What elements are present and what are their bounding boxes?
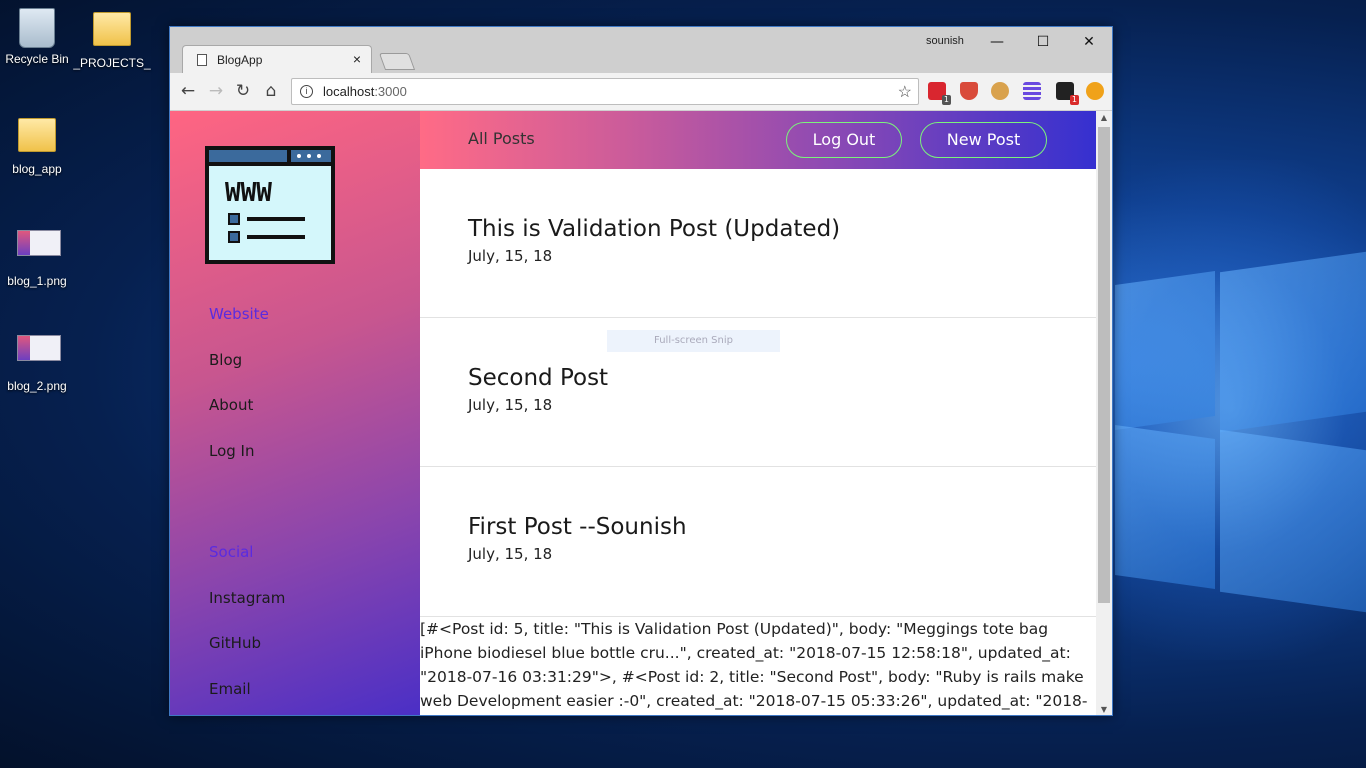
logout-button[interactable]: Log Out — [786, 122, 902, 158]
extension-cookie-icon[interactable] — [991, 82, 1009, 100]
debug-output: [#<Post id: 5, title: "This is Validatio… — [420, 616, 1096, 713]
tab-title: BlogApp — [217, 52, 263, 67]
main-content: All Posts Log Out New Post This is Valid… — [420, 111, 1096, 715]
desktop-icon-blog-1[interactable]: blog_1.png — [0, 220, 77, 288]
desktop-icon-projects[interactable]: _PROJECTS_ — [72, 8, 152, 70]
new-tab-button[interactable] — [378, 53, 416, 70]
extension-lines-icon[interactable] — [1023, 82, 1041, 100]
desktop-icon-label: _PROJECTS_ — [73, 56, 151, 70]
folder-icon — [92, 12, 132, 52]
post-item[interactable]: First Post --Sounish July, 15, 18 — [420, 467, 1096, 616]
profile-name[interactable]: sounish — [926, 35, 964, 47]
extension-badge: 1 — [1069, 95, 1079, 105]
all-posts-link[interactable]: All Posts — [468, 129, 535, 148]
folder-icon — [17, 118, 57, 158]
url-port: :3000 — [374, 84, 407, 99]
back-arrow-icon[interactable]: ← — [178, 81, 198, 101]
scroll-down-icon[interactable]: ▼ — [1096, 703, 1112, 715]
home-icon[interactable]: ⌂ — [261, 81, 281, 101]
post-date: July, 15, 18 — [468, 247, 553, 265]
desktop-icon-blog-app[interactable]: blog_app — [0, 114, 77, 176]
sidebar: WWW Website Blog About Log In Social Ins… — [170, 111, 420, 715]
browser-toolbar: ← → ↻ ⌂ i localhost :3000 ☆ 1 1 — [170, 73, 1112, 111]
reload-icon[interactable]: ↻ — [233, 81, 253, 101]
bookmark-star-icon[interactable]: ☆ — [898, 82, 912, 102]
new-post-button[interactable]: New Post — [920, 122, 1047, 158]
forward-arrow-icon[interactable]: → — [206, 81, 226, 101]
scrollbar-thumb[interactable] — [1098, 127, 1110, 603]
extension-s-icon[interactable]: 1 — [928, 82, 951, 105]
page-icon — [197, 53, 207, 66]
image-file-icon — [17, 230, 61, 270]
wallpaper-pane — [1115, 424, 1215, 590]
browser-titlebar: BlogApp × sounish — ☐ ✕ — [170, 27, 1112, 73]
extension-badge: 1 — [941, 95, 951, 105]
sidebar-heading-website: Website — [209, 305, 269, 323]
scroll-up-icon[interactable]: ▲ — [1096, 111, 1112, 125]
post-title[interactable]: First Post --Sounish — [468, 514, 687, 540]
desktop-icon-blog-2[interactable]: blog_2.png — [0, 325, 77, 393]
vertical-scrollbar[interactable]: ▲ ▼ — [1096, 111, 1112, 715]
maximize-button[interactable]: ☐ — [1020, 31, 1066, 53]
url-host: localhost — [323, 84, 375, 99]
wallpaper-pane — [1220, 429, 1366, 613]
image-file-icon — [17, 335, 61, 375]
desktop-icon-label: Recycle Bin — [5, 52, 69, 66]
extension-shield-icon[interactable] — [960, 82, 978, 100]
page-viewport: WWW Website Blog About Log In Social Ins… — [170, 111, 1112, 715]
extension-octocat-icon[interactable]: 1 — [1056, 82, 1079, 105]
address-bar[interactable]: i localhost :3000 ☆ — [291, 78, 919, 105]
post-date: July, 15, 18 — [468, 545, 553, 563]
desktop-icon-label: blog_2.png — [7, 379, 67, 393]
post-date: July, 15, 18 — [468, 396, 553, 414]
browser-window: BlogApp × sounish — ☐ ✕ ← → ↻ ⌂ i localh… — [169, 26, 1113, 716]
wallpaper-pane — [1220, 251, 1366, 433]
wallpaper-pane — [1115, 270, 1215, 431]
tab-close-icon[interactable]: × — [353, 51, 361, 67]
post-title[interactable]: This is Validation Post (Updated) — [468, 216, 840, 242]
extension-alert-icon[interactable] — [1086, 82, 1104, 100]
minimize-button[interactable]: — — [974, 31, 1020, 53]
top-nav-bar: All Posts Log Out New Post — [420, 111, 1096, 169]
snip-overlay: Full-screen Snip — [607, 330, 780, 352]
logo-text: WWW — [225, 178, 272, 208]
recycle-bin-icon — [17, 8, 57, 48]
sidebar-item-about[interactable]: About — [209, 396, 253, 414]
sidebar-item-instagram[interactable]: Instagram — [209, 589, 285, 607]
close-window-button[interactable]: ✕ — [1066, 31, 1112, 53]
website-logo-icon: WWW — [205, 146, 335, 264]
sidebar-item-github[interactable]: GitHub — [209, 634, 261, 652]
sidebar-item-login[interactable]: Log In — [209, 442, 255, 460]
post-title[interactable]: Second Post — [468, 365, 608, 391]
post-item[interactable]: This is Validation Post (Updated) July, … — [420, 169, 1096, 318]
sidebar-item-blog[interactable]: Blog — [209, 351, 242, 369]
desktop-icon-label: blog_app — [12, 162, 62, 176]
sidebar-heading-social: Social — [209, 543, 254, 561]
tab-blogapp[interactable]: BlogApp × — [182, 45, 372, 73]
info-icon[interactable]: i — [300, 85, 313, 98]
sidebar-item-email[interactable]: Email — [209, 680, 251, 698]
desktop-icon-recycle-bin[interactable]: Recycle Bin — [0, 8, 77, 66]
desktop-icon-label: blog_1.png — [7, 274, 67, 288]
